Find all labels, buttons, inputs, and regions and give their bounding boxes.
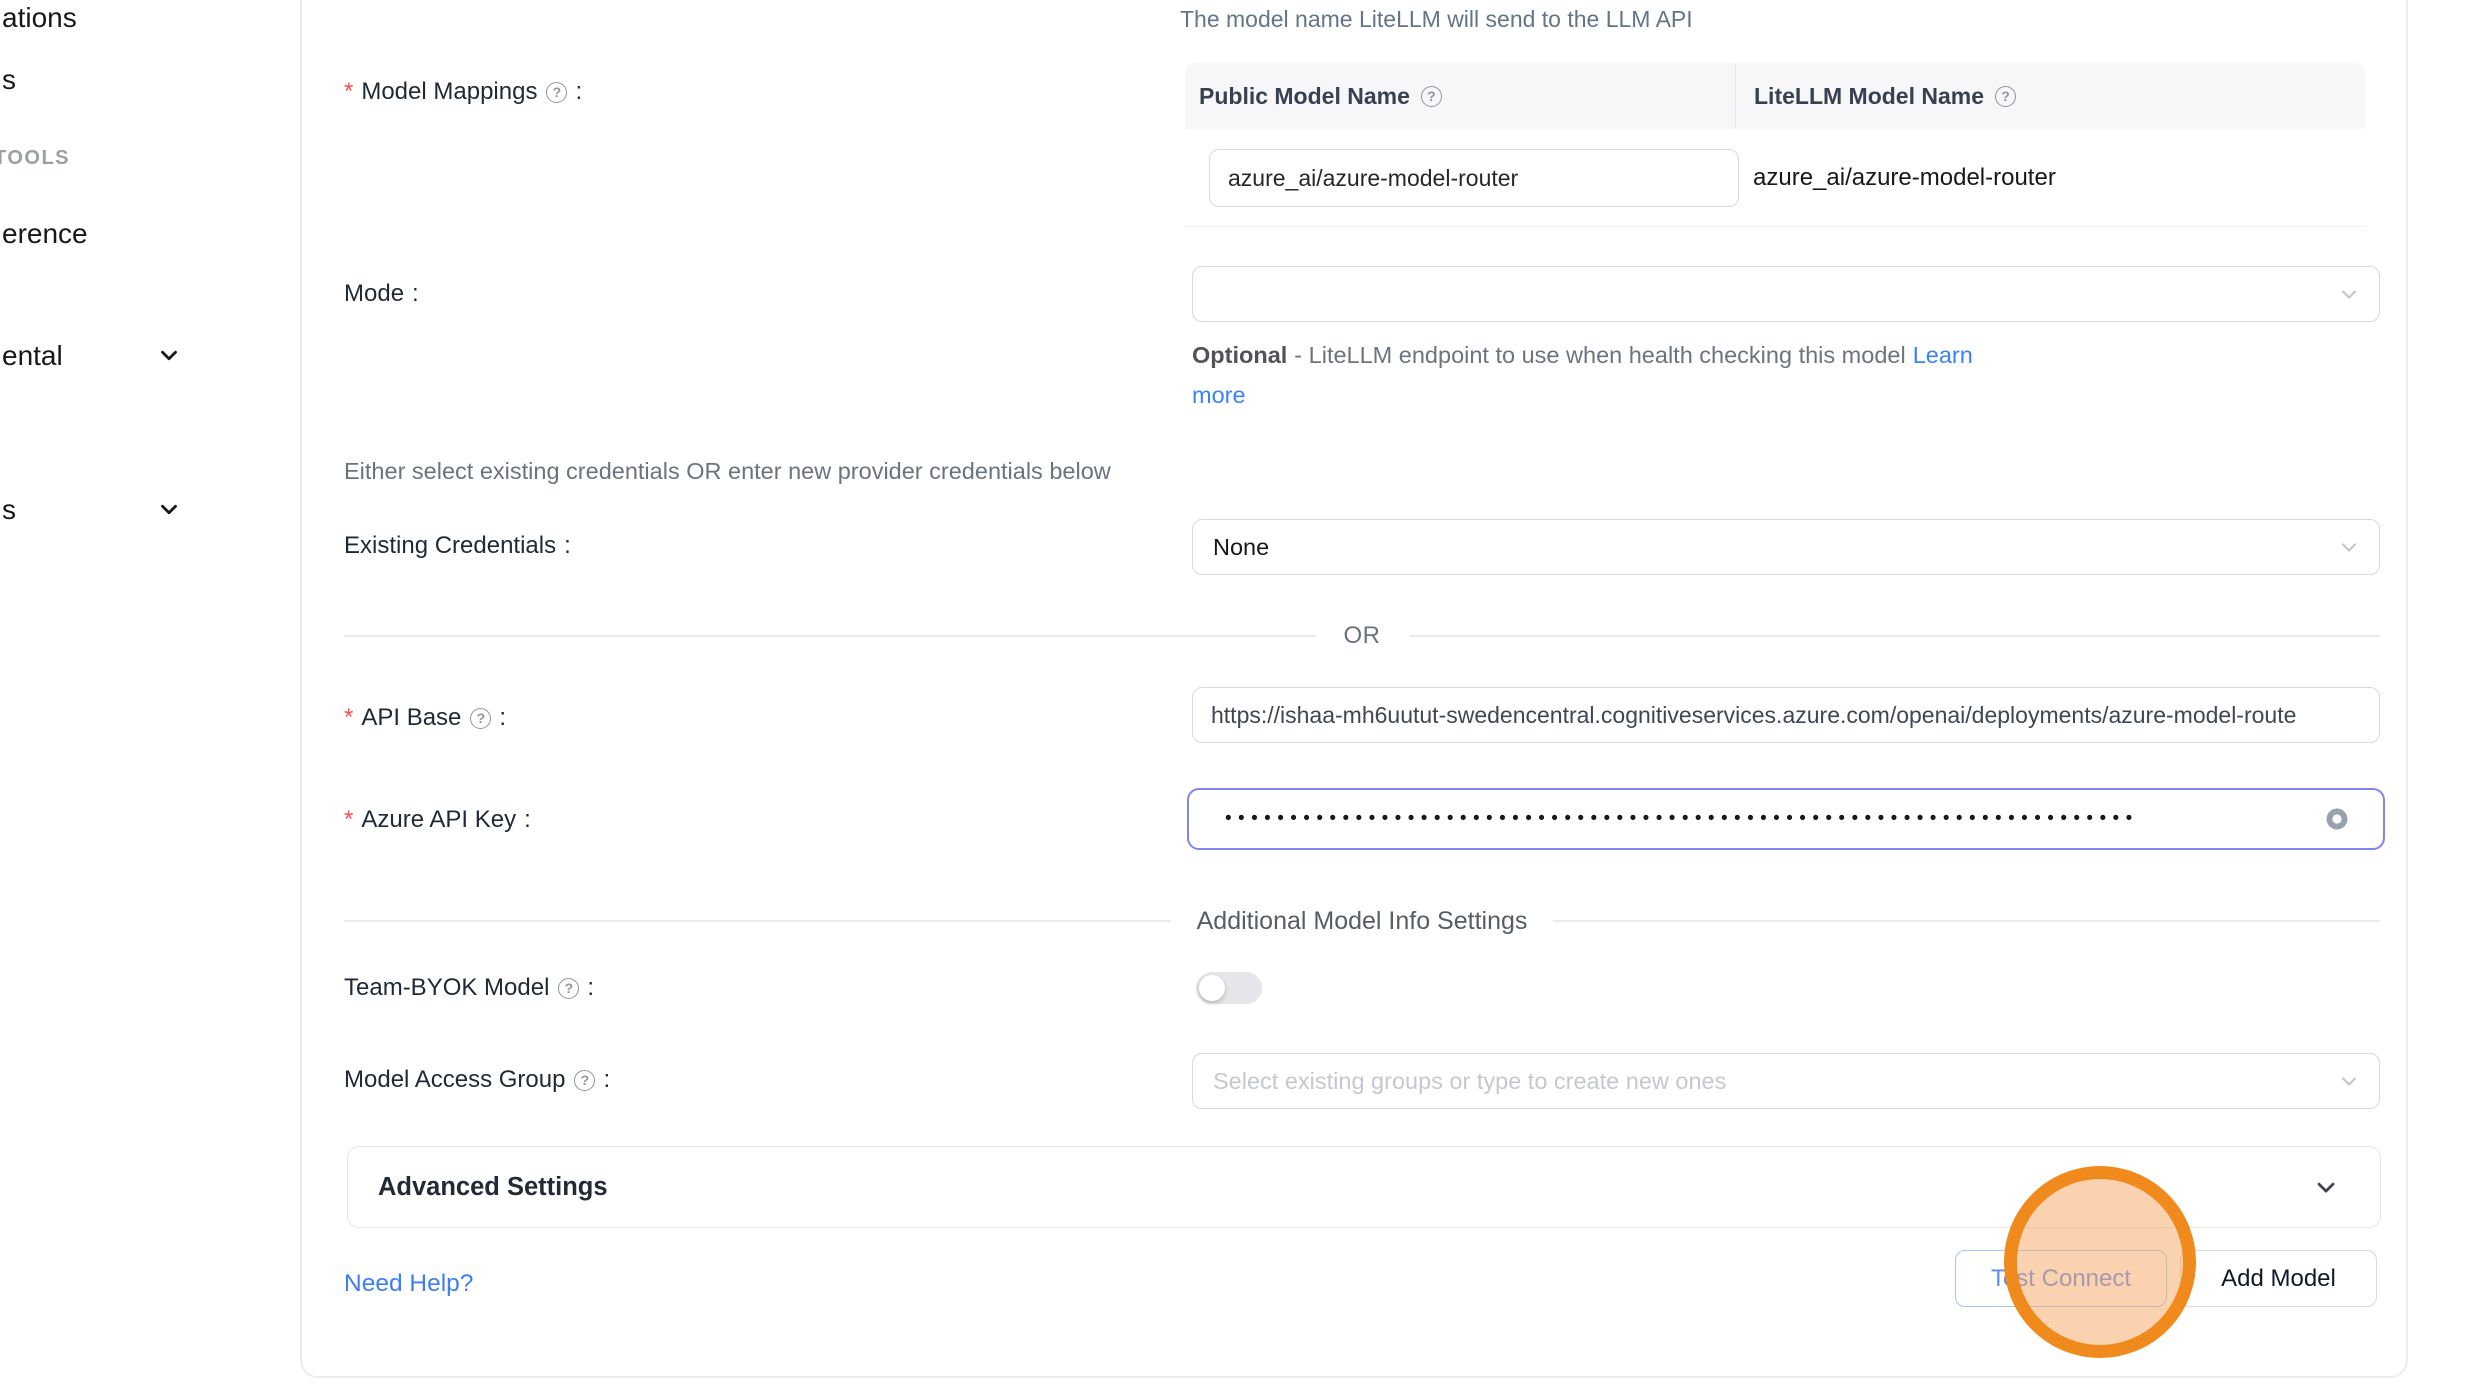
sidebar-item[interactable]: ations (2, 2, 77, 34)
chevron-down-icon (2337, 535, 2361, 559)
table-header-row: Public Model Name ? LiteLLM Model Name ? (1185, 63, 2365, 129)
learn-more-link[interactable]: more (1192, 382, 1246, 409)
mode-label: Mode : (344, 280, 419, 308)
model-access-group-select[interactable]: Select existing groups or type to create… (1192, 1053, 2380, 1109)
sidebar-item[interactable]: erence (2, 218, 88, 250)
additional-model-info-divider: Additional Model Info Settings (344, 906, 2380, 936)
credentials-note: Either select existing credentials OR en… (344, 458, 1111, 485)
mode-select[interactable] (1192, 266, 2380, 322)
model-name-helper-text: The model name LiteLLM will send to the … (1180, 6, 1693, 33)
model-mappings-label: * Model Mappings ? : (344, 78, 582, 106)
chevron-down-icon (2312, 1173, 2340, 1201)
required-asterisk: * (344, 806, 353, 834)
team-byok-toggle[interactable] (1196, 972, 1262, 1004)
azure-api-key-label: * Azure API Key : (344, 806, 531, 834)
chevron-down-icon[interactable] (156, 496, 182, 522)
column-header-public-model-name: Public Model Name ? (1199, 83, 1735, 110)
add-model-button[interactable]: Add Model (2180, 1250, 2377, 1307)
column-header-litellm-model-name: LiteLLM Model Name ? (1754, 83, 2016, 110)
mode-helper-text: Optional - LiteLLM endpoint to use when … (1192, 342, 1973, 369)
azure-api-key-field[interactable] (1187, 788, 2385, 850)
select-placeholder: Select existing groups or type to create… (1213, 1068, 1726, 1095)
model-mappings-table: Public Model Name ? LiteLLM Model Name ?… (1185, 63, 2365, 227)
chevron-down-icon (2337, 1069, 2361, 1093)
help-icon[interactable]: ? (470, 708, 491, 729)
existing-credentials-select[interactable]: None (1192, 519, 2380, 575)
team-byok-label: Team-BYOK Model ? : (344, 974, 594, 1002)
sidebar-item[interactable]: s (2, 64, 16, 96)
api-base-input[interactable] (1192, 687, 2380, 743)
eye-icon[interactable] (2323, 805, 2351, 833)
test-connect-button[interactable]: Test Connect (1955, 1250, 2167, 1307)
required-asterisk: * (344, 78, 353, 106)
azure-api-key-input[interactable] (1225, 808, 2307, 830)
need-help-link[interactable]: Need Help? (344, 1270, 473, 1298)
litellm-model-name-value: azure_ai/azure-model-router (1753, 129, 2056, 227)
sidebar-item[interactable]: ental (2, 340, 63, 372)
api-base-label: * API Base ? : (344, 704, 506, 732)
sidebar-section-label: TOOLS (0, 147, 70, 170)
chevron-down-icon (2337, 282, 2361, 306)
sidebar: ations s TOOLS erence ental s (0, 0, 300, 1385)
help-icon[interactable]: ? (1421, 86, 1442, 107)
help-icon[interactable]: ? (558, 978, 579, 999)
public-model-name-input[interactable] (1209, 149, 1739, 207)
advanced-settings-panel[interactable]: Advanced Settings (347, 1146, 2381, 1228)
advanced-settings-title: Advanced Settings (378, 1173, 608, 1202)
help-icon[interactable]: ? (574, 1070, 595, 1091)
learn-more-link[interactable]: Learn (1913, 342, 1973, 369)
table-row: azure_ai/azure-model-router (1185, 129, 2365, 227)
chevron-down-icon[interactable] (156, 342, 182, 368)
existing-credentials-label: Existing Credentials : (344, 532, 571, 560)
or-divider: OR (344, 622, 2380, 650)
help-icon[interactable]: ? (546, 82, 567, 103)
help-icon[interactable]: ? (1995, 86, 2016, 107)
required-asterisk: * (344, 704, 353, 732)
sidebar-item[interactable]: s (2, 494, 16, 526)
model-access-group-label: Model Access Group ? : (344, 1066, 610, 1094)
toggle-knob (1199, 975, 1225, 1001)
